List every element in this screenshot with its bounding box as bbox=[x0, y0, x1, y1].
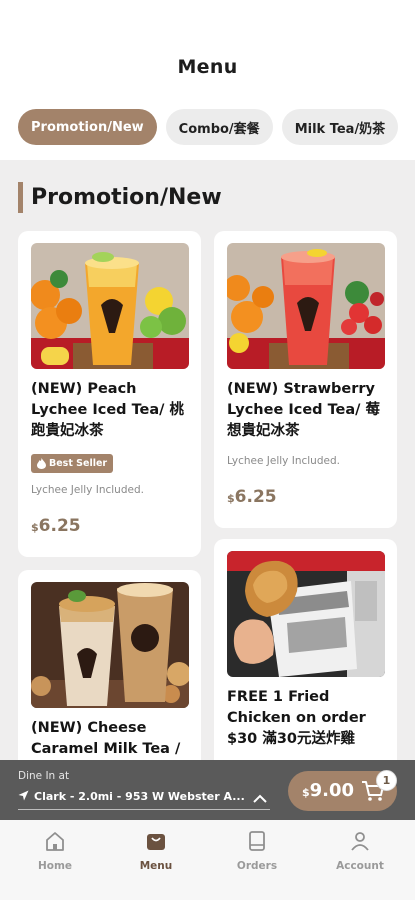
product-card-strawberry-lychee[interactable]: (NEW) Strawberry Lychee Iced Tea/ 莓想貴妃冰茶… bbox=[214, 231, 397, 528]
tab-promotion-new[interactable]: Promotion/New bbox=[18, 109, 157, 145]
nav-menu[interactable]: Menu bbox=[121, 828, 191, 872]
best-seller-label: Best Seller bbox=[49, 458, 108, 469]
product-image-peach-lychee bbox=[31, 243, 189, 369]
cart-total-value: 9.00 bbox=[309, 780, 355, 801]
nav-home[interactable]: Home bbox=[20, 828, 90, 872]
product-description: Lychee Jelly Included. bbox=[227, 455, 340, 467]
product-image-fried-chicken bbox=[227, 551, 385, 677]
bottom-nav: Home Menu Orders Account bbox=[0, 820, 415, 900]
price-value: 6.25 bbox=[234, 487, 277, 507]
home-icon bbox=[20, 828, 90, 854]
product-name: (NEW) Peach Lychee Iced Tea/ 桃跑貴妃冰茶 bbox=[31, 381, 185, 439]
category-tabs: Promotion/New Combo/套餐 Milk Tea/奶茶 bbox=[18, 109, 399, 145]
cart-currency: $ bbox=[302, 786, 310, 799]
product-name: (NEW) Cheese Caramel Milk Tea / bbox=[31, 720, 181, 757]
header-area: Menu Promotion/New Combo/套餐 Milk Tea/奶茶 bbox=[0, 0, 415, 160]
section-heading: Promotion/New bbox=[18, 181, 222, 213]
store-location[interactable]: Clark - 2.0mi - 953 W Webster A... bbox=[18, 790, 270, 803]
tab-combo[interactable]: Combo/套餐 bbox=[165, 109, 273, 145]
product-image-cheese-caramel bbox=[31, 582, 189, 708]
account-icon bbox=[325, 828, 395, 854]
cart-total: $9.00 bbox=[302, 780, 354, 801]
nav-menu-label: Menu bbox=[139, 860, 173, 872]
best-seller-badge: Best Seller bbox=[31, 454, 114, 473]
product-card-peach-lychee[interactable]: (NEW) Peach Lychee Iced Tea/ 桃跑貴妃冰茶 Best… bbox=[18, 231, 201, 557]
nav-orders-label: Orders bbox=[236, 860, 278, 872]
product-name: FREE 1 Fried Chicken on order $30 滿30元送炸… bbox=[227, 689, 366, 747]
dine-in-label: Dine In at bbox=[18, 770, 70, 782]
product-name: (NEW) Strawberry Lychee Iced Tea/ 莓想貴妃冰茶 bbox=[227, 381, 381, 439]
menu-bag-icon bbox=[121, 828, 191, 854]
nav-orders[interactable]: Orders bbox=[222, 828, 292, 872]
section-title: Promotion/New bbox=[31, 184, 222, 210]
section-accent-bar bbox=[18, 181, 23, 213]
product-price: $6.25 bbox=[31, 516, 81, 536]
flame-icon bbox=[37, 458, 46, 469]
price-currency: $ bbox=[227, 492, 235, 505]
location-underline bbox=[18, 809, 270, 810]
page-title: Menu bbox=[177, 56, 238, 78]
nav-account-label: Account bbox=[336, 860, 384, 872]
cart-count-badge: 1 bbox=[376, 770, 397, 791]
product-price: $6.25 bbox=[227, 487, 277, 507]
tab-milk-tea[interactable]: Milk Tea/奶茶 bbox=[281, 109, 399, 145]
price-currency: $ bbox=[31, 521, 39, 534]
product-description: Lychee Jelly Included. bbox=[31, 484, 144, 496]
price-value: 6.25 bbox=[38, 516, 81, 536]
nav-account[interactable]: Account bbox=[325, 828, 395, 872]
orders-icon bbox=[222, 828, 292, 854]
chevron-up-icon[interactable] bbox=[252, 790, 268, 809]
product-image-strawberry-lychee bbox=[227, 243, 385, 369]
store-location-text: Clark - 2.0mi - 953 W Webster A... bbox=[34, 790, 245, 803]
location-arrow-icon bbox=[18, 790, 29, 801]
nav-home-label: Home bbox=[37, 860, 73, 872]
